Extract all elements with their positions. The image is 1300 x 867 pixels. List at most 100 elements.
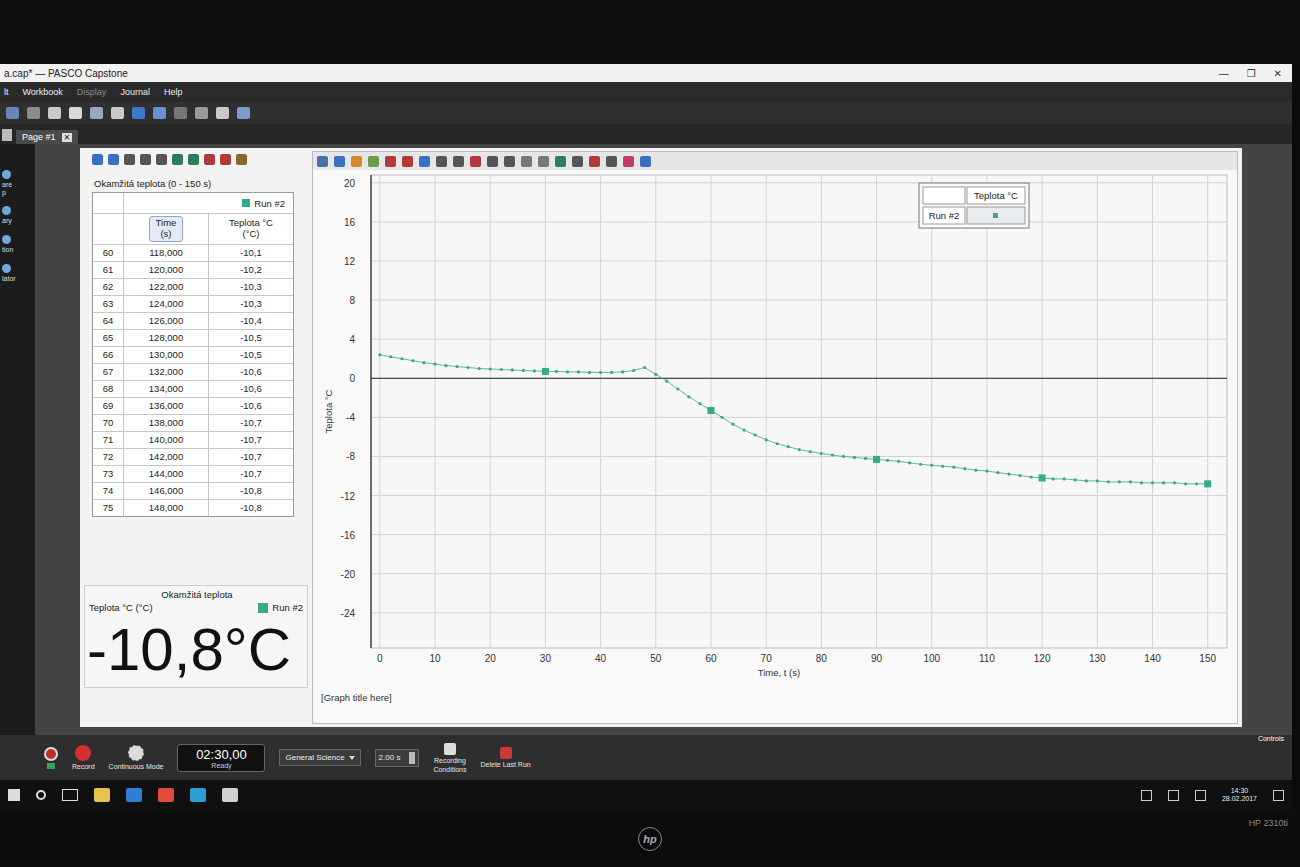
- data-point[interactable]: [873, 456, 880, 463]
- data-point[interactable]: [908, 461, 911, 464]
- time-cell[interactable]: 132,000: [124, 364, 209, 380]
- data-point[interactable]: [787, 445, 790, 448]
- sample-rate-field[interactable]: 2.00 s: [375, 749, 420, 767]
- window-control-button[interactable]: ✕: [1274, 68, 1282, 79]
- menu-item[interactable]: Journal: [120, 87, 150, 97]
- temperature-cell[interactable]: -10,8: [209, 483, 293, 499]
- page-tab[interactable]: Page #1✕: [16, 130, 78, 144]
- temperature-cell[interactable]: -10,4: [209, 313, 293, 329]
- table-row[interactable]: 65128,000-10,5: [93, 329, 293, 346]
- data-point[interactable]: [400, 357, 403, 360]
- tool-icon[interactable]: [623, 156, 634, 167]
- page-list-icon[interactable]: [2, 129, 12, 141]
- data-point[interactable]: [378, 353, 381, 356]
- tool-icon[interactable]: [453, 156, 464, 167]
- delete-last-run-button[interactable]: Delete Last Run: [480, 747, 530, 768]
- time-cell[interactable]: 128,000: [124, 330, 209, 346]
- tool-icon[interactable]: [385, 156, 396, 167]
- table-row[interactable]: 66130,000-10,5: [93, 346, 293, 363]
- data-point[interactable]: [919, 463, 922, 466]
- task-view-icon[interactable]: [62, 789, 78, 801]
- data-point[interactable]: [853, 456, 856, 459]
- menu-item[interactable]: lt: [4, 87, 9, 97]
- tool-icon[interactable]: [606, 156, 617, 167]
- temperature-cell[interactable]: -10,7: [209, 432, 293, 448]
- table-row[interactable]: 74146,000-10,8: [93, 482, 293, 499]
- volume-icon[interactable]: [1195, 790, 1206, 801]
- data-point[interactable]: [698, 402, 701, 405]
- y-axis-title[interactable]: Teplota °C: [323, 389, 334, 433]
- taskbar-app-icon[interactable]: [222, 788, 238, 802]
- notifications-icon[interactable]: [1273, 790, 1284, 801]
- tool-icon[interactable]: [204, 154, 215, 165]
- data-point[interactable]: [467, 366, 470, 369]
- data-point[interactable]: [1151, 481, 1154, 484]
- data-point[interactable]: [665, 380, 668, 383]
- tool-icon[interactable]: [48, 107, 61, 119]
- time-cell[interactable]: 142,000: [124, 449, 209, 465]
- network-icon[interactable]: [1168, 790, 1179, 801]
- data-point[interactable]: [1096, 479, 1099, 482]
- data-point[interactable]: [831, 453, 834, 456]
- table-row[interactable]: 73144,000-10,7: [93, 465, 293, 482]
- data-point[interactable]: [742, 428, 745, 431]
- data-point[interactable]: [566, 370, 569, 373]
- tool-icon[interactable]: [111, 107, 124, 119]
- column-header[interactable]: Time(s): [124, 214, 209, 244]
- column-header-button[interactable]: Time(s): [149, 216, 184, 242]
- time-cell[interactable]: 148,000: [124, 500, 209, 516]
- menu-item[interactable]: Help: [164, 87, 183, 97]
- data-point[interactable]: [1018, 474, 1021, 477]
- data-point[interactable]: [798, 448, 801, 451]
- data-point[interactable]: [1140, 481, 1143, 484]
- temperature-cell[interactable]: -10,6: [209, 381, 293, 397]
- tool-icon[interactable]: [216, 107, 229, 119]
- tab-close-button[interactable]: ✕: [62, 133, 73, 142]
- tool-icon[interactable]: [555, 156, 566, 167]
- taskbar-clock[interactable]: 14:3028.02.2017: [1222, 787, 1257, 804]
- data-point[interactable]: [842, 455, 845, 458]
- data-point[interactable]: [1039, 474, 1046, 481]
- data-point[interactable]: [1184, 482, 1187, 485]
- sidebar-item[interactable]: ary: [0, 206, 35, 225]
- tool-icon[interactable]: [237, 107, 250, 119]
- data-point[interactable]: [1074, 478, 1077, 481]
- data-point[interactable]: [1063, 477, 1066, 480]
- data-point[interactable]: [1107, 480, 1110, 483]
- data-point[interactable]: [687, 395, 690, 398]
- data-point[interactable]: [433, 363, 436, 366]
- tool-icon[interactable]: [153, 107, 166, 119]
- time-cell[interactable]: 136,000: [124, 398, 209, 414]
- data-point[interactable]: [500, 368, 503, 371]
- data-point[interactable]: [621, 370, 624, 373]
- tool-icon[interactable]: [124, 154, 135, 165]
- data-point[interactable]: [1085, 479, 1088, 482]
- temperature-cell[interactable]: -10,7: [209, 449, 293, 465]
- tool-icon[interactable]: [402, 156, 413, 167]
- data-point[interactable]: [1195, 482, 1198, 485]
- data-point[interactable]: [974, 469, 977, 472]
- temperature-cell[interactable]: -10,3: [209, 279, 293, 295]
- tool-icon[interactable]: [27, 107, 40, 119]
- mode-button[interactable]: Continuous Mode: [109, 745, 164, 770]
- time-cell[interactable]: 130,000: [124, 347, 209, 363]
- table-row[interactable]: 69136,000-10,6: [93, 397, 293, 414]
- taskbar-app-icon[interactable]: [126, 788, 142, 802]
- data-point[interactable]: [542, 368, 549, 375]
- tool-icon[interactable]: [108, 154, 119, 165]
- temperature-cell[interactable]: -10,5: [209, 347, 293, 363]
- taskbar-app-icon[interactable]: [158, 788, 174, 802]
- tool-icon[interactable]: [69, 107, 82, 119]
- data-point[interactable]: [707, 407, 714, 414]
- tool-icon[interactable]: [640, 156, 651, 167]
- tray-icon[interactable]: [1141, 790, 1152, 801]
- data-point[interactable]: [1162, 481, 1165, 484]
- data-point[interactable]: [1129, 480, 1132, 483]
- temperature-cell[interactable]: -10,7: [209, 415, 293, 431]
- tool-icon[interactable]: [436, 156, 447, 167]
- window-control-button[interactable]: —: [1219, 68, 1229, 79]
- temperature-cell[interactable]: -10,6: [209, 364, 293, 380]
- table-row[interactable]: 60118,000-10,1: [93, 244, 293, 261]
- tool-icon[interactable]: [6, 107, 19, 119]
- time-cell[interactable]: 138,000: [124, 415, 209, 431]
